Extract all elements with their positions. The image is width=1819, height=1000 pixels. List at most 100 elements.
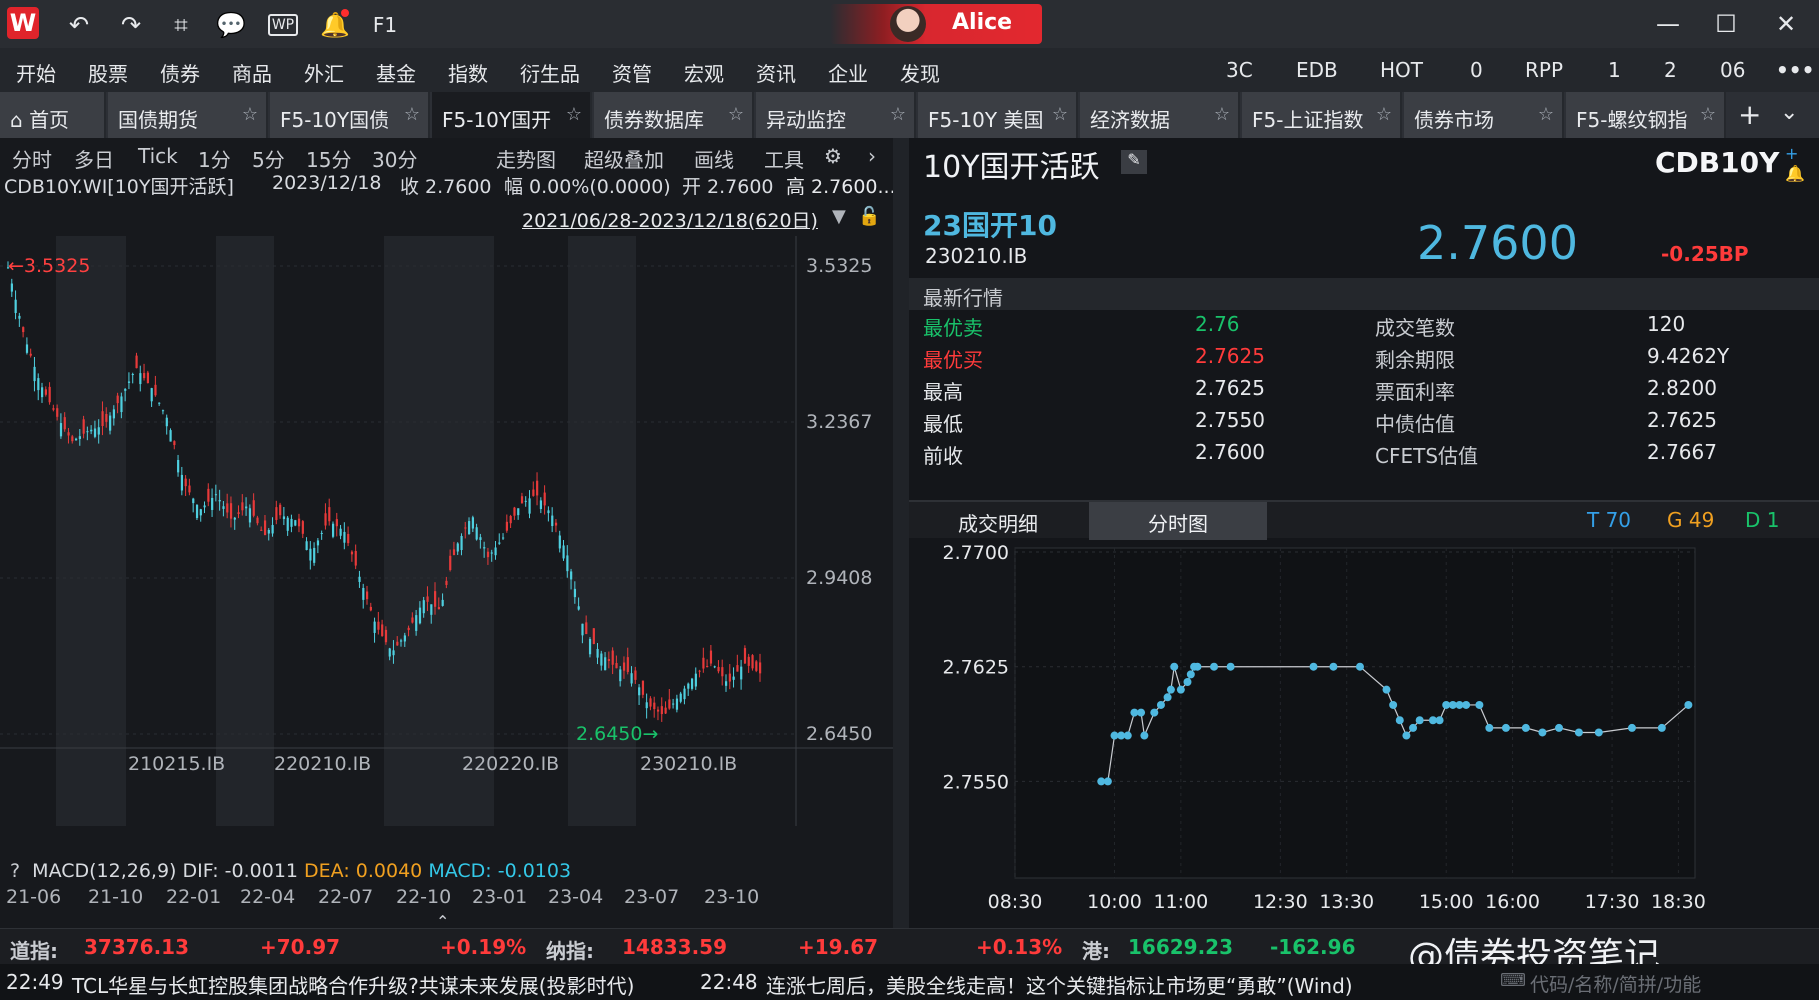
maximize-icon[interactable]: ☐ xyxy=(1706,8,1746,40)
period-tab[interactable]: 1分 xyxy=(198,144,231,173)
menu-item[interactable]: 宏观 xyxy=(684,58,724,87)
tool-draw[interactable]: 画线 xyxy=(694,144,734,173)
kline-chart[interactable]: 3.5325 3.2367 2.9408 2.6450 ←3.5325 2.6450→ 21… xyxy=(0,236,893,826)
pane-splitter[interactable] xyxy=(893,138,909,928)
tab[interactable]: F5-螺纹钢指 ☆ xyxy=(1566,92,1726,138)
pin-icon[interactable]: ☆ xyxy=(242,104,258,125)
menu-item-2[interactable]: 2 xyxy=(1664,58,1677,82)
candle xyxy=(192,498,195,504)
chevron-down-icon[interactable]: ⌄ xyxy=(1780,100,1798,125)
date-range[interactable]: 2021/06/28-2023/12/18(620日) xyxy=(522,206,818,233)
redo-icon[interactable]: ↷ xyxy=(116,10,146,40)
t-count[interactable]: T 70 xyxy=(1587,508,1631,532)
f1-icon[interactable]: F1 xyxy=(370,10,400,40)
alert-icon[interactable]: 🔔 xyxy=(1785,164,1805,183)
tab[interactable]: 异动监控 ☆ xyxy=(756,92,916,138)
menu-item[interactable]: 发现 xyxy=(900,58,940,87)
period-tab[interactable]: 5分 xyxy=(252,144,285,173)
tab[interactable]: 国债期货 ☆ xyxy=(108,92,268,138)
tab[interactable]: 债券市场 ☆ xyxy=(1404,92,1564,138)
pin-icon[interactable]: ☆ xyxy=(566,104,582,125)
wind-logo[interactable]: W xyxy=(7,7,39,39)
candle xyxy=(396,641,399,646)
menu-item-edb[interactable]: EDB xyxy=(1296,58,1338,82)
add-tab-icon[interactable]: + xyxy=(1738,98,1761,131)
add-icon[interactable]: + xyxy=(1785,144,1798,163)
trade-point xyxy=(1409,723,1418,732)
tab-active[interactable]: F5-10Y国开 ☆ xyxy=(432,92,592,138)
tab[interactable]: 债券数据库 ☆ xyxy=(594,92,754,138)
tab-trades[interactable]: 成交明细 xyxy=(909,502,1087,540)
tab-home[interactable]: ⌂ 首页 xyxy=(0,92,106,138)
menu-item[interactable]: 债券 xyxy=(160,58,200,87)
tab[interactable]: F5-上证指数 ☆ xyxy=(1242,92,1402,138)
menu-item-hot[interactable]: HOT xyxy=(1380,58,1423,82)
pin-icon[interactable]: ☆ xyxy=(1052,104,1068,125)
period-tab[interactable]: 15分 xyxy=(306,144,351,173)
tool-overlay[interactable]: 超级叠加 xyxy=(584,144,664,173)
ticker-price[interactable]: 14833.59 xyxy=(622,935,727,959)
menu-item[interactable]: 开始 xyxy=(16,58,56,87)
period-tab[interactable]: 分时 xyxy=(12,144,52,173)
intraday-chart[interactable]: 2.7700 2.7625 2.7550 08:30 10:00 11:00 12:30 13… xyxy=(909,538,1819,928)
tab[interactable]: F5-10Y 美国 ☆ xyxy=(918,92,1078,138)
pin-icon[interactable]: ☆ xyxy=(1376,104,1392,125)
menu-item[interactable]: 股票 xyxy=(88,58,128,87)
menu-item[interactable]: 衍生品 xyxy=(520,58,580,87)
ticker-price[interactable]: 37376.13 xyxy=(84,935,189,959)
pin-icon[interactable]: ☆ xyxy=(1538,104,1554,125)
crop-icon[interactable]: ⌗ xyxy=(166,10,196,40)
candle xyxy=(604,657,607,671)
candle xyxy=(683,688,686,700)
gear-icon[interactable]: ⚙ xyxy=(824,144,842,168)
d-count[interactable]: D 1 xyxy=(1745,508,1779,532)
tab-intraday[interactable]: 分时图 xyxy=(1089,502,1267,540)
g-count[interactable]: G 49 xyxy=(1667,508,1714,532)
lock-icon[interactable]: 🔓 xyxy=(858,206,880,227)
news-headline[interactable]: TCL华星与长虹控股集团战略合作升级?共谋未来发展(投影时代) xyxy=(72,970,634,999)
menu-item[interactable]: 指数 xyxy=(448,58,488,87)
pin-icon[interactable]: ☆ xyxy=(404,104,420,125)
edit-icon[interactable]: ✎ xyxy=(1121,150,1147,174)
menu-item[interactable]: 资管 xyxy=(612,58,652,87)
wp-icon[interactable]: WP xyxy=(268,14,298,36)
chat-icon[interactable]: 💬 xyxy=(216,10,246,40)
info-open: 开 2.7600 xyxy=(682,176,774,198)
menu-item[interactable]: 基金 xyxy=(376,58,416,87)
range-dropdown-icon[interactable]: ▼ xyxy=(832,206,846,227)
menu-item-0[interactable]: 0 xyxy=(1470,58,1483,82)
macd-help-icon[interactable]: ? xyxy=(10,860,26,882)
pin-icon[interactable]: ☆ xyxy=(1214,104,1230,125)
period-tab[interactable]: Tick xyxy=(138,144,178,168)
search-input[interactable]: 代码/名称/简拼/功能 xyxy=(1530,970,1701,997)
chevron-right-icon[interactable]: › xyxy=(868,144,876,168)
pin-icon[interactable]: ☆ xyxy=(890,104,906,125)
menu-item[interactable]: 商品 xyxy=(232,58,272,87)
close-icon[interactable]: ✕ xyxy=(1766,8,1806,40)
menu-item[interactable]: 企业 xyxy=(828,58,868,87)
menu-item-3c[interactable]: 3C xyxy=(1226,58,1253,82)
news-headline[interactable]: 连涨七周后，美股全线走高！这个关键指标让市场更“勇敢”(Wind) xyxy=(766,970,1353,999)
period-tab[interactable]: 30分 xyxy=(372,144,417,173)
period-tab[interactable]: 多日 xyxy=(74,144,114,173)
bond-id: 230210.IB xyxy=(925,244,1028,268)
pin-icon[interactable]: ☆ xyxy=(1700,104,1716,125)
tab[interactable]: F5-10Y国债 ☆ xyxy=(270,92,430,138)
y-tick-label: 3.2367 xyxy=(806,411,872,433)
undo-icon[interactable]: ↶ xyxy=(64,10,94,40)
pin-icon[interactable]: ☆ xyxy=(728,104,744,125)
candle xyxy=(656,709,660,712)
menu-item-rpp[interactable]: RPP xyxy=(1525,58,1563,82)
tool-trend[interactable]: 走势图 xyxy=(496,144,556,173)
tool-tools[interactable]: 工具 xyxy=(764,144,804,173)
ticker-price[interactable]: 16629.23 xyxy=(1128,935,1233,959)
menu-item-06[interactable]: 06 xyxy=(1720,58,1745,82)
menu-item-1[interactable]: 1 xyxy=(1608,58,1621,82)
menu-item[interactable]: 外汇 xyxy=(304,58,344,87)
minimize-icon[interactable]: — xyxy=(1648,8,1688,40)
user-badge[interactable]: Alice xyxy=(830,4,1042,44)
menu-item[interactable]: 资讯 xyxy=(756,58,796,87)
keyboard-icon[interactable]: ⌨ xyxy=(1500,970,1526,991)
more-icon[interactable]: ••• xyxy=(1776,58,1814,82)
tab[interactable]: 经济数据 ☆ xyxy=(1080,92,1240,138)
